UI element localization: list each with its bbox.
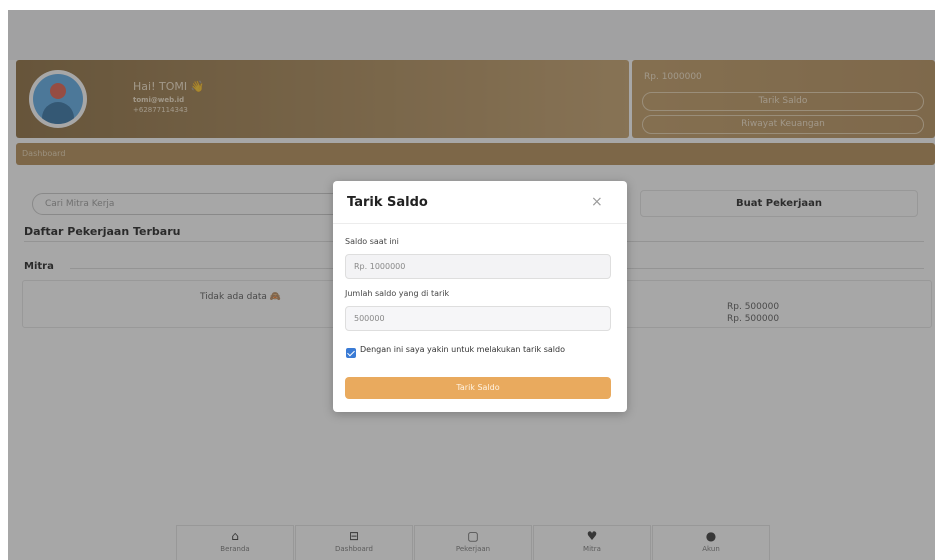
modal-title: Tarik Saldo	[347, 195, 428, 210]
withdraw-modal: Tarik Saldo × Saldo saat ini Rp. 1000000…	[333, 181, 627, 412]
current-balance-label: Saldo saat ini	[345, 237, 399, 246]
withdraw-amount-input[interactable]: 500000	[345, 306, 611, 331]
close-icon[interactable]: ×	[591, 194, 603, 210]
submit-withdraw-button[interactable]: Tarik Saldo	[345, 377, 611, 399]
withdraw-amount-label: Jumlah saldo yang di tarik	[345, 289, 450, 298]
current-balance-field: Rp. 1000000	[345, 254, 611, 279]
confirm-text: Dengan ini saya yakin untuk melakukan ta…	[360, 345, 565, 354]
confirm-checkbox[interactable]	[346, 348, 356, 358]
divider	[333, 223, 627, 224]
